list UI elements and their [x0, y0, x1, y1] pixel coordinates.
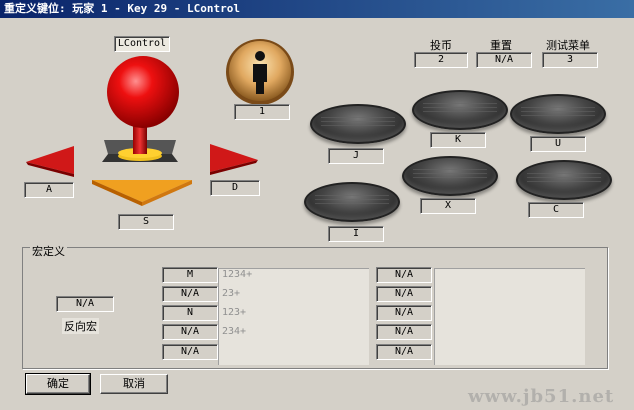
coin-field[interactable]: 2	[414, 52, 468, 68]
action-button-k[interactable]	[412, 90, 508, 130]
action-field-c[interactable]: C	[528, 202, 584, 218]
macro-sequence-2: 23+	[222, 288, 241, 299]
action-button-i[interactable]	[304, 182, 400, 222]
action-button-u[interactable]	[510, 94, 606, 134]
watermark: www.jb51.net	[468, 386, 615, 407]
test-menu-field[interactable]: 3	[542, 52, 598, 68]
test-menu-label: 测试菜单	[546, 39, 590, 52]
action-button-c[interactable]	[516, 160, 612, 200]
joystick-left-field[interactable]: A	[24, 182, 74, 198]
right-arrow-icon	[210, 144, 258, 175]
reverse-macro-label: 反向宏	[62, 318, 99, 334]
macro-left-key-3[interactable]: N	[162, 305, 218, 321]
joystick-right-field[interactable]: D	[210, 180, 260, 196]
joystick-icon	[92, 56, 192, 206]
macro-right-key-2[interactable]: N/A	[376, 286, 432, 302]
macro-left-key-4[interactable]: N/A	[162, 324, 218, 340]
window-title: 重定义键位: 玩家 1 - Key 29 - LControl	[0, 0, 634, 18]
cancel-button[interactable]: 取消	[100, 374, 168, 394]
action-button-j[interactable]	[310, 104, 406, 144]
macro-right-key-5[interactable]: N/A	[376, 344, 432, 360]
macro-right-key-4[interactable]: N/A	[376, 324, 432, 340]
joystick-key-field[interactable]: LControl	[114, 36, 170, 52]
macro-sequence-4: 234+	[222, 326, 247, 337]
action-button-x[interactable]	[402, 156, 498, 196]
joystick-down-field[interactable]: S	[118, 214, 174, 230]
left-arrow-icon	[26, 146, 74, 177]
macro-sequence-3: 123+	[222, 307, 247, 318]
player-start-field[interactable]: 1	[234, 104, 290, 120]
reset-field[interactable]: N/A	[476, 52, 532, 68]
player-start-button-icon[interactable]	[222, 36, 298, 108]
action-field-k[interactable]: K	[430, 132, 486, 148]
ok-button[interactable]: 确定	[25, 373, 91, 395]
macro-right-text-area[interactable]	[434, 268, 585, 365]
macro-right-key-3[interactable]: N/A	[376, 305, 432, 321]
action-field-j[interactable]: J	[328, 148, 384, 164]
action-field-x[interactable]: X	[420, 198, 476, 214]
macro-right-key-1[interactable]: N/A	[376, 267, 432, 283]
action-field-i[interactable]: I	[328, 226, 384, 242]
action-field-u[interactable]: U	[530, 136, 586, 152]
macro-sequence-1: 1234+	[222, 269, 253, 280]
reset-label: 重置	[490, 39, 512, 52]
macro-left-key-1[interactable]: M	[162, 267, 218, 283]
macro-group-title: 宏定义	[30, 243, 67, 259]
coin-label: 投币	[430, 39, 452, 52]
macro-left-key-2[interactable]: N/A	[162, 286, 218, 302]
macro-left-key-5[interactable]: N/A	[162, 344, 218, 360]
reverse-macro-field[interactable]: N/A	[56, 296, 114, 312]
